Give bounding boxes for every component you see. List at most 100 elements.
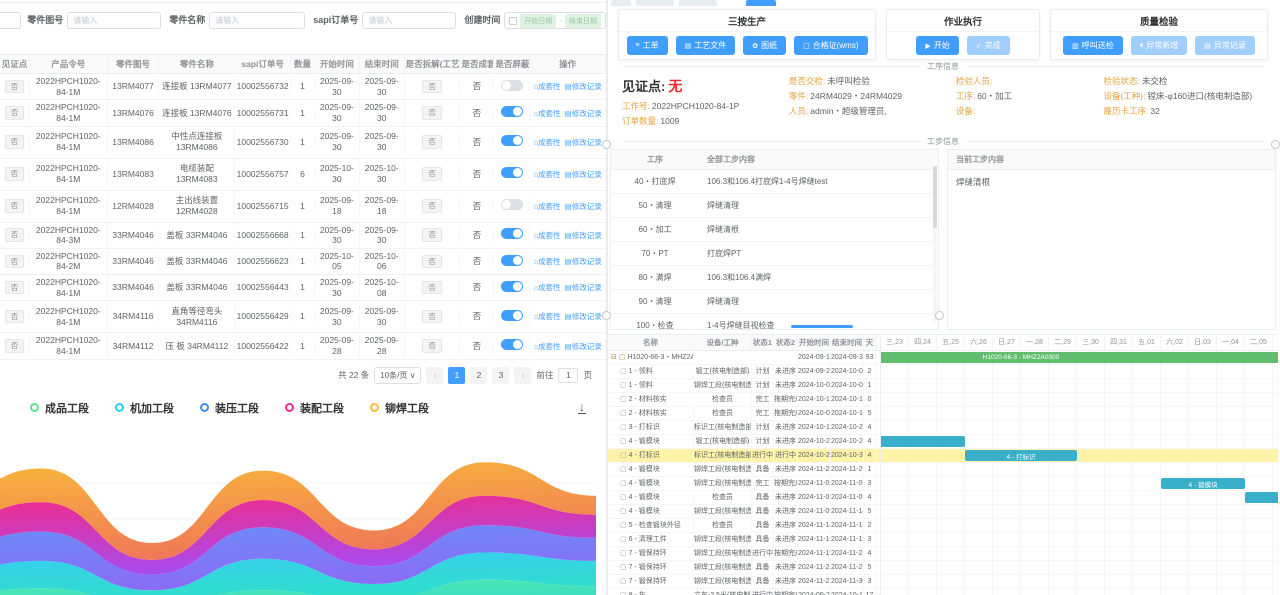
page-button-1[interactable]: 1 (448, 367, 465, 384)
panel-resize-handle-left-bottom[interactable] (602, 311, 611, 320)
panel-resize-handle-mid[interactable] (935, 311, 944, 320)
edit-record-link[interactable]: ▤修改记录 (565, 170, 602, 179)
gantt-row[interactable]: ▢7 - 锻保持环铆焊工段(核电制造部)具备未进序2024-11-222024-… (608, 561, 880, 575)
set-integrity-link[interactable]: ⌂成套性 (534, 170, 561, 179)
split-button[interactable]: 否 (422, 199, 442, 212)
gantt-row[interactable]: ▢4 - 打标识标识工(核电制造部)进行中进行中2024-10-262024-1… (608, 449, 880, 463)
gantt-row[interactable]: ▢6 - 清理工件铆焊工段(核电制造部)具备未进序2024-11-162024-… (608, 533, 880, 547)
tab-2[interactable] (636, 0, 674, 6)
witness-badge[interactable]: 否 (5, 228, 25, 241)
button-图纸[interactable]: ✿图纸 (743, 36, 786, 55)
shield-toggle[interactable] (501, 80, 523, 91)
button-工艺文件[interactable]: ▤工艺文件 (676, 36, 736, 55)
witness-badge[interactable]: 否 (5, 167, 25, 180)
legend-item-机加工段[interactable]: 机加工段 (115, 400, 174, 416)
step-row-100・检查[interactable]: 100・检查1-4号焊缝目视检查 (611, 314, 938, 330)
gantt-row[interactable]: ▢4 - 锻模块锻工(核电制造部)计划未进序2024-10-222024-10-… (608, 435, 880, 449)
step-row-50・清理[interactable]: 50・清理焊缝清理 (611, 194, 938, 218)
edit-record-link[interactable]: ▤修改记录 (565, 138, 602, 147)
split-button[interactable]: 否 (422, 339, 442, 352)
edit-record-link[interactable]: ▤修改记录 (565, 231, 602, 240)
set-integrity-link[interactable]: ⌂成套性 (534, 342, 561, 351)
tab-3[interactable] (679, 0, 717, 6)
gantt-task-bar[interactable]: 4 - 锻模块 (1161, 478, 1245, 489)
shield-toggle[interactable] (501, 167, 523, 178)
edit-record-link[interactable]: ▤修改记录 (565, 82, 602, 91)
legend-item-装压工段[interactable]: 装压工段 (200, 400, 259, 416)
panel-resize-handle-right[interactable] (1271, 140, 1280, 149)
download-icon[interactable]: ↓ (578, 402, 586, 414)
shield-toggle[interactable] (501, 199, 523, 210)
split-button[interactable]: 否 (422, 167, 442, 180)
button-呼叫送检[interactable]: ▥呼叫送检 (1063, 36, 1123, 55)
edit-record-link[interactable]: ▤修改记录 (565, 283, 602, 292)
split-button[interactable]: 否 (422, 281, 442, 294)
gantt-row[interactable]: ▢4 - 锻模块铆焊工段(核电制造部)具备未进序2024-11-282024-1… (608, 463, 880, 477)
part-drawing-input[interactable] (67, 12, 161, 29)
edit-record-link[interactable]: ▤修改记录 (565, 257, 602, 266)
goto-page-input[interactable] (558, 368, 578, 383)
gantt-task-bar[interactable] (1245, 492, 1278, 503)
next-page-button[interactable]: › (514, 367, 531, 384)
shield-toggle[interactable] (501, 135, 523, 146)
step-table-vscrollbar[interactable] (933, 166, 937, 323)
gantt-row[interactable]: ▢1 - 领料锻工(核电制造部)计划未进序2024-09-292024-10-0… (608, 365, 880, 379)
step-table-hscrollbar[interactable] (791, 325, 853, 328)
witness-badge[interactable]: 否 (5, 255, 25, 268)
shield-toggle[interactable] (501, 339, 523, 350)
tab-active[interactable] (746, 0, 776, 6)
set-integrity-link[interactable]: ⌂成套性 (534, 283, 561, 292)
witness-badge[interactable]: 否 (5, 199, 25, 212)
split-button[interactable]: 否 (422, 310, 442, 323)
split-button[interactable]: 否 (422, 255, 442, 268)
shield-toggle[interactable] (501, 281, 523, 292)
gantt-row[interactable]: ▢4 - 锻模块铆焊工段(核电制造部)具备未进序2024-11-092024-1… (608, 505, 880, 519)
edit-record-link[interactable]: ▤修改记录 (565, 109, 602, 118)
page-button-3[interactable]: 3 (492, 367, 509, 384)
button-开始[interactable]: ▶开始 (916, 36, 958, 55)
set-integrity-link[interactable]: ⌂成套性 (534, 312, 561, 321)
date-range-picker[interactable]: 开始日期 - 结束日期 (504, 12, 606, 29)
gantt-row[interactable]: ▢7 - 锻保持环铆焊工段(核电制造部)具备未进序2024-11-272024-… (608, 575, 880, 589)
page-size-select[interactable]: 10条/页 ∨ (374, 367, 421, 384)
edit-record-link[interactable]: ▤修改记录 (565, 312, 602, 321)
gantt-row[interactable]: ▢7 - 锻保持环铆焊工段(核电制造部)进行中按期完成2024-11-19202… (608, 547, 880, 561)
witness-badge[interactable]: 否 (5, 281, 25, 294)
date-end[interactable]: 结束日期 (565, 14, 601, 28)
set-integrity-link[interactable]: ⌂成套性 (534, 257, 561, 266)
part-name-input[interactable] (209, 12, 305, 29)
witness-badge[interactable]: 否 (5, 135, 25, 148)
split-button[interactable]: 否 (422, 80, 442, 93)
step-row-60・加工[interactable]: 60・加工焊缝清根 (611, 218, 938, 242)
set-integrity-link[interactable]: ⌂成套性 (534, 138, 561, 147)
legend-item-装配工段[interactable]: 装配工段 (285, 400, 344, 416)
gantt-group-bar[interactable]: H1020-66-3 - MHZ2A0300 (880, 352, 1278, 363)
set-integrity-link[interactable]: ⌂成套性 (534, 109, 561, 118)
split-button[interactable]: 否 (422, 228, 442, 241)
sap-order-input[interactable] (362, 12, 456, 29)
button-异常记录[interactable]: ▤异常记录 (1195, 36, 1255, 55)
shield-toggle[interactable] (501, 106, 523, 117)
shield-toggle[interactable] (501, 310, 523, 321)
gantt-row[interactable]: ▢4 - 锻模块检查员具备未进序2024-11-052024-11-094 (608, 491, 880, 505)
gantt-row[interactable]: ▢4 - 锻模块铆焊工段(核电制造部)完工按期完成2024-11-022024-… (608, 477, 880, 491)
witness-badge[interactable]: 否 (5, 80, 25, 93)
set-integrity-link[interactable]: ⌂成套性 (534, 202, 561, 211)
gantt-task-bar[interactable] (880, 436, 965, 447)
gantt-row[interactable]: ▢1 - 领料铆焊工段(核电制造部)计划未进序2024-10-042024-10… (608, 379, 880, 393)
shield-toggle[interactable] (501, 255, 523, 266)
shield-toggle[interactable] (501, 228, 523, 239)
step-row-40・打底焊[interactable]: 40・打底焊106.3和106.4打底焊1-4号焊缝test (611, 170, 938, 194)
split-button[interactable]: 否 (422, 135, 442, 148)
tab-1[interactable] (611, 0, 631, 6)
set-integrity-link[interactable]: ⌂成套性 (534, 231, 561, 240)
page-button-2[interactable]: 2 (470, 367, 487, 384)
step-row-70・PT[interactable]: 70・PT打底焊PT (611, 242, 938, 266)
button-异常新增[interactable]: ♦异常新增 (1131, 36, 1188, 55)
button-合格证(wms)[interactable]: ▢合格证(wms) (794, 36, 867, 55)
panel-resize-handle-left-top[interactable] (602, 140, 611, 149)
prev-page-button[interactable]: ‹ (426, 367, 443, 384)
edit-record-link[interactable]: ▤修改记录 (565, 342, 602, 351)
split-button[interactable]: 否 (422, 106, 442, 119)
edit-record-link[interactable]: ▤修改记录 (565, 202, 602, 211)
